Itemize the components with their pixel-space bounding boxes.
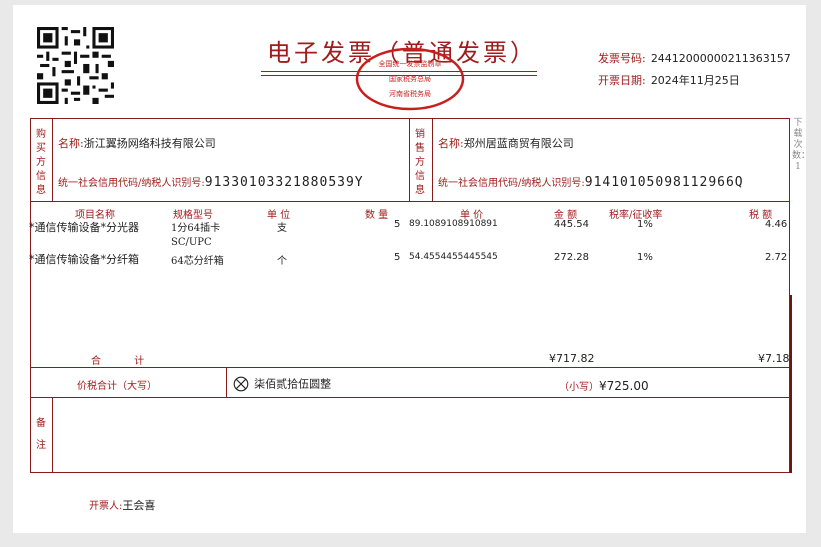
invoice-date-label: 开票日期: [598, 74, 646, 87]
row-rate: 1% [637, 219, 653, 230]
seal-mid-text: 国家税务总局 [389, 75, 431, 83]
header-qty: 数 量 [365, 210, 389, 221]
row-amount: 272.28 [554, 252, 589, 263]
row-spec: 1分64插卡 [171, 223, 221, 234]
row-amount: 445.54 [554, 219, 589, 230]
total-upper-case: 柒佰贰拾伍圆整 [254, 377, 332, 391]
row-spec-line2: SC/UPC [171, 237, 212, 248]
seal-top-text: 全国统一发票监制章 [378, 60, 442, 68]
buyer-tax-id: 91330103321880539Y [204, 175, 364, 190]
invoice-number: 24412000000211363157 [650, 52, 791, 65]
subtotal-amount: ¥717.82 [549, 352, 595, 365]
total-lower-label: （小写） [559, 382, 599, 393]
buyer-tax-label: 统一社会信用代码/纳税人识别号: [58, 178, 205, 189]
header-rate: 税率/征收率 [609, 210, 663, 221]
row-item: *通信传输设备*分光器 [29, 221, 139, 234]
subtotal-tax: ¥7.18 [758, 352, 790, 365]
row-tax: 4.46 [765, 219, 788, 230]
tax-seal: 全国统一发票监制章 国家税务总局 河南省税务局 [355, 47, 465, 111]
seller-label-divider [432, 118, 433, 201]
subtotal-label: 合 计 [91, 356, 145, 367]
qr-code [37, 27, 114, 104]
buyer-section-label: 购买方信息 [36, 129, 46, 196]
frame-right-edge [790, 295, 792, 473]
seller-tax-id: 91410105098112966Q [584, 175, 744, 190]
seller-name-label: 名称: [438, 137, 464, 150]
remarks-label: 备注 [36, 418, 46, 451]
row-tax: 2.72 [765, 252, 788, 263]
row-item: *通信传输设备*分纤箱 [29, 253, 139, 266]
buyer-name: 浙江翼扬网络科技有限公司 [83, 137, 216, 150]
seller-name: 郑州居蓝商贸有限公司 [463, 137, 574, 150]
seller-tax-label: 统一社会信用代码/纳税人识别号: [438, 178, 585, 189]
row-price: 54.4554455445545 [409, 252, 498, 262]
seller-section-label: 销售方信息 [415, 129, 425, 196]
row-unit: 个 [277, 256, 287, 267]
buyer-name-label: 名称: [58, 137, 84, 150]
seal-bottom-text: 河南省税务局 [389, 90, 431, 98]
buyer-label-divider [52, 118, 53, 201]
total-divider-bottom [30, 397, 790, 398]
total-label-divider [226, 367, 227, 397]
row-price: 89.1089108910891 [409, 219, 498, 229]
total-lower-value: ¥725.00 [599, 379, 649, 393]
party-divider [30, 201, 790, 202]
issuer-label: 开票人: [89, 501, 123, 512]
invoice-number-label: 发票号码: [598, 52, 646, 65]
cross-circle-icon [233, 376, 249, 391]
total-upper-group: 柒佰贰拾伍圆整 [233, 373, 331, 392]
row-spec: 64芯分纤箱 [171, 256, 224, 267]
issuer-name: 王会喜 [122, 499, 156, 512]
row-qty: 5 [394, 219, 401, 230]
total-divider-top [30, 367, 790, 368]
invoice-date: 2024年11月25日 [650, 74, 740, 87]
invoice-sheet: 电子发票（普通发票） 全国统一发票监制章 国家税务总局 河南省税务局 发票号码:… [13, 5, 811, 533]
download-count: 下载次数：1 [792, 118, 811, 172]
row-unit: 支 [277, 223, 287, 234]
party-middle-divider [409, 118, 410, 201]
remarks-label-divider [52, 397, 53, 473]
total-label: 价税合计（大写） [77, 381, 157, 392]
row-qty: 5 [394, 252, 401, 263]
row-rate: 1% [637, 252, 653, 263]
